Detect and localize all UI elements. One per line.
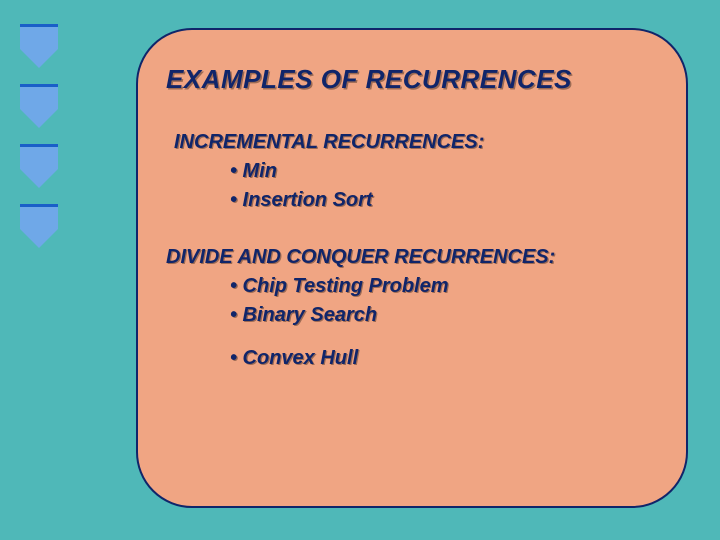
chevron-decoration-icon	[20, 144, 58, 190]
list-item: • Insertion Sort	[230, 189, 658, 212]
slide: EXAMPLES OF RECURRENCES INCREMENTAL RECU…	[0, 0, 720, 540]
chevron-decoration-icon	[20, 204, 58, 250]
chevron-decoration-icon	[20, 84, 58, 130]
slide-title: EXAMPLES OF RECURRENCES	[166, 64, 658, 95]
list-item: • Chip Testing Problem	[230, 275, 658, 298]
section-heading-incremental: INCREMENTAL RECURRENCES:	[174, 131, 658, 154]
list-item: • Min	[230, 160, 658, 183]
chevron-decoration-icon	[20, 24, 58, 70]
section-heading-divide-conquer: DIVIDE AND CONQUER RECURRENCES:	[166, 246, 658, 269]
content-card: EXAMPLES OF RECURRENCES INCREMENTAL RECU…	[136, 28, 688, 508]
list-item: • Convex Hull	[230, 347, 658, 370]
list-item: • Binary Search	[230, 304, 658, 327]
